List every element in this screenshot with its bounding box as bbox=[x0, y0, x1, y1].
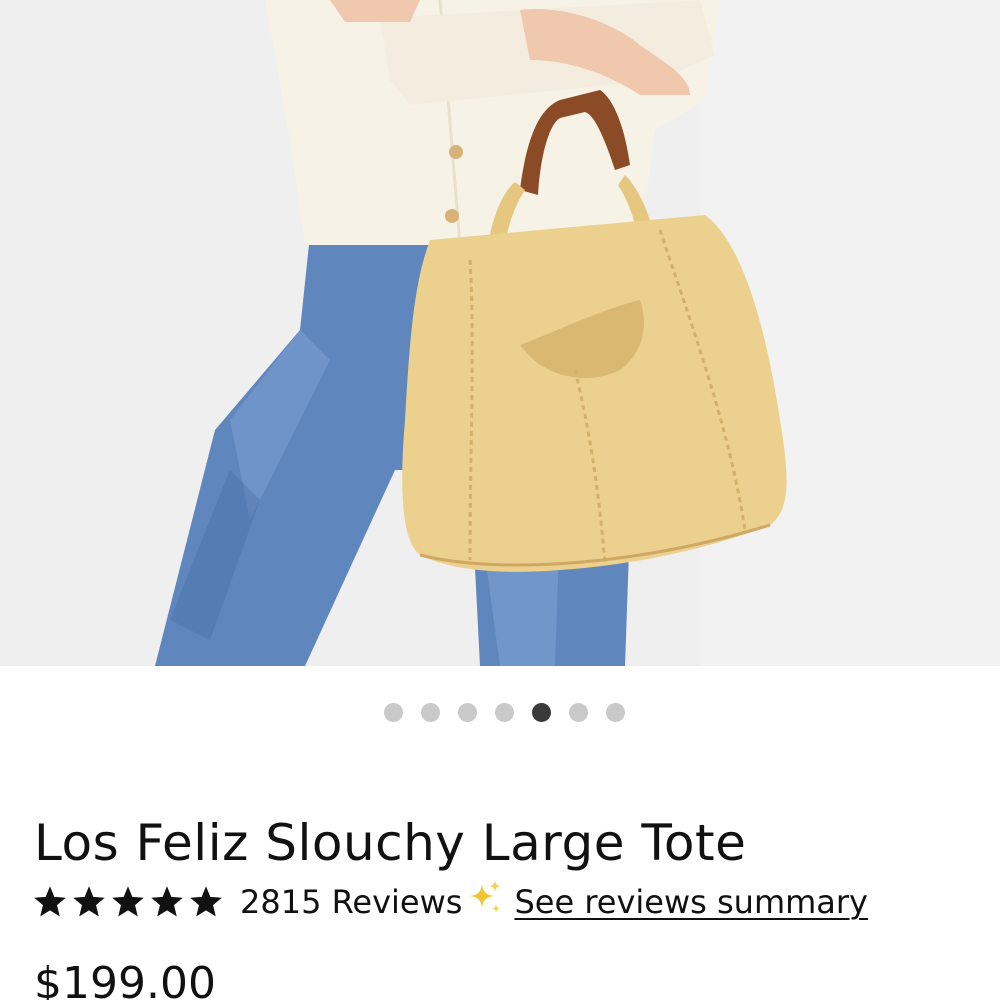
product-image[interactable] bbox=[0, 0, 1000, 666]
see-reviews-summary-link[interactable]: See reviews summary bbox=[514, 883, 868, 921]
product-page: Los Feliz Slouchy Large Tote 2815 Review… bbox=[0, 0, 1000, 1000]
product-photo-illustration bbox=[0, 0, 1000, 666]
carousel-dot-7[interactable] bbox=[605, 703, 625, 722]
carousel-dot-1[interactable] bbox=[383, 703, 403, 722]
carousel-dot-3[interactable] bbox=[457, 703, 477, 722]
carousel-dot-5[interactable] bbox=[531, 703, 551, 722]
image-carousel-indicator bbox=[0, 703, 1000, 723]
review-count[interactable]: 2815 Reviews bbox=[240, 883, 462, 921]
star-icon bbox=[73, 886, 105, 917]
product-title: Los Feliz Slouchy Large Tote bbox=[34, 813, 747, 872]
star-icon bbox=[34, 886, 66, 917]
carousel-dot-2[interactable] bbox=[420, 703, 440, 722]
carousel-dot-4[interactable] bbox=[494, 703, 514, 722]
star-icon bbox=[151, 886, 183, 917]
product-price: $199.00 bbox=[34, 958, 216, 1000]
rating-row: 2815 Reviews See reviews summary bbox=[32, 876, 868, 928]
star-icon bbox=[112, 886, 144, 917]
sparkle-icon bbox=[470, 880, 502, 913]
star-icon bbox=[190, 886, 222, 917]
carousel-dot-6[interactable] bbox=[568, 703, 588, 722]
star-rating[interactable] bbox=[32, 884, 224, 920]
